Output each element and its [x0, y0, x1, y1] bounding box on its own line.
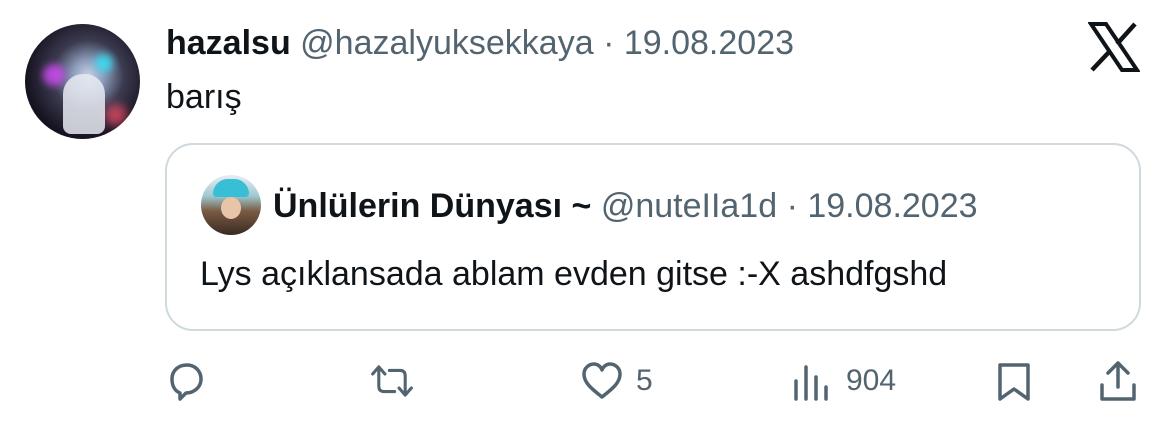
share-button[interactable]	[1096, 358, 1140, 404]
quoted-tweet-text: Lys açıklansada ablam evden gitse :-X as…	[200, 255, 948, 293]
author-avatar[interactable]	[25, 24, 140, 139]
like-button[interactable]: 5	[580, 358, 653, 404]
quoted-author-display-name[interactable]: Ünlülerin Dünyası ~	[273, 187, 591, 225]
like-count: 5	[636, 364, 653, 397]
views-button[interactable]: 904	[790, 358, 896, 404]
x-logo-icon	[1088, 22, 1140, 72]
reply-icon	[170, 363, 203, 401]
view-count: 904	[846, 364, 897, 397]
action-bar: 5 904	[0, 358, 1170, 408]
tweet-text: barış	[166, 78, 242, 116]
retweet-icon	[371, 365, 413, 397]
views-icon	[794, 365, 828, 401]
quoted-header-separator: ·	[786, 187, 798, 225]
retweet-button[interactable]	[370, 358, 426, 404]
quoted-author-handle[interactable]: @nuteIIa1d	[601, 187, 777, 225]
tweet-header: hazalsu @hazalyuksekkaya · 19.08.2023	[166, 22, 794, 64]
quoted-tweet-date[interactable]: 19.08.2023	[807, 187, 977, 225]
quoted-author-avatar[interactable]	[201, 175, 261, 235]
bookmark-button[interactable]	[992, 358, 1036, 404]
share-icon	[1100, 361, 1136, 401]
like-icon	[582, 362, 622, 399]
author-handle[interactable]: @hazalyuksekkaya	[300, 24, 593, 62]
reply-button[interactable]	[164, 358, 220, 404]
tweet-date[interactable]: 19.08.2023	[624, 24, 794, 62]
header-separator: ·	[603, 24, 615, 62]
author-display-name[interactable]: hazalsu	[166, 24, 291, 62]
quoted-tweet-header: Ünlülerin Dünyası ~ @nuteIIa1d · 19.08.2…	[273, 185, 978, 227]
bookmark-icon	[998, 363, 1030, 401]
quoted-tweet[interactable]: Ünlülerin Dünyası ~ @nuteIIa1d · 19.08.2…	[165, 143, 1141, 331]
